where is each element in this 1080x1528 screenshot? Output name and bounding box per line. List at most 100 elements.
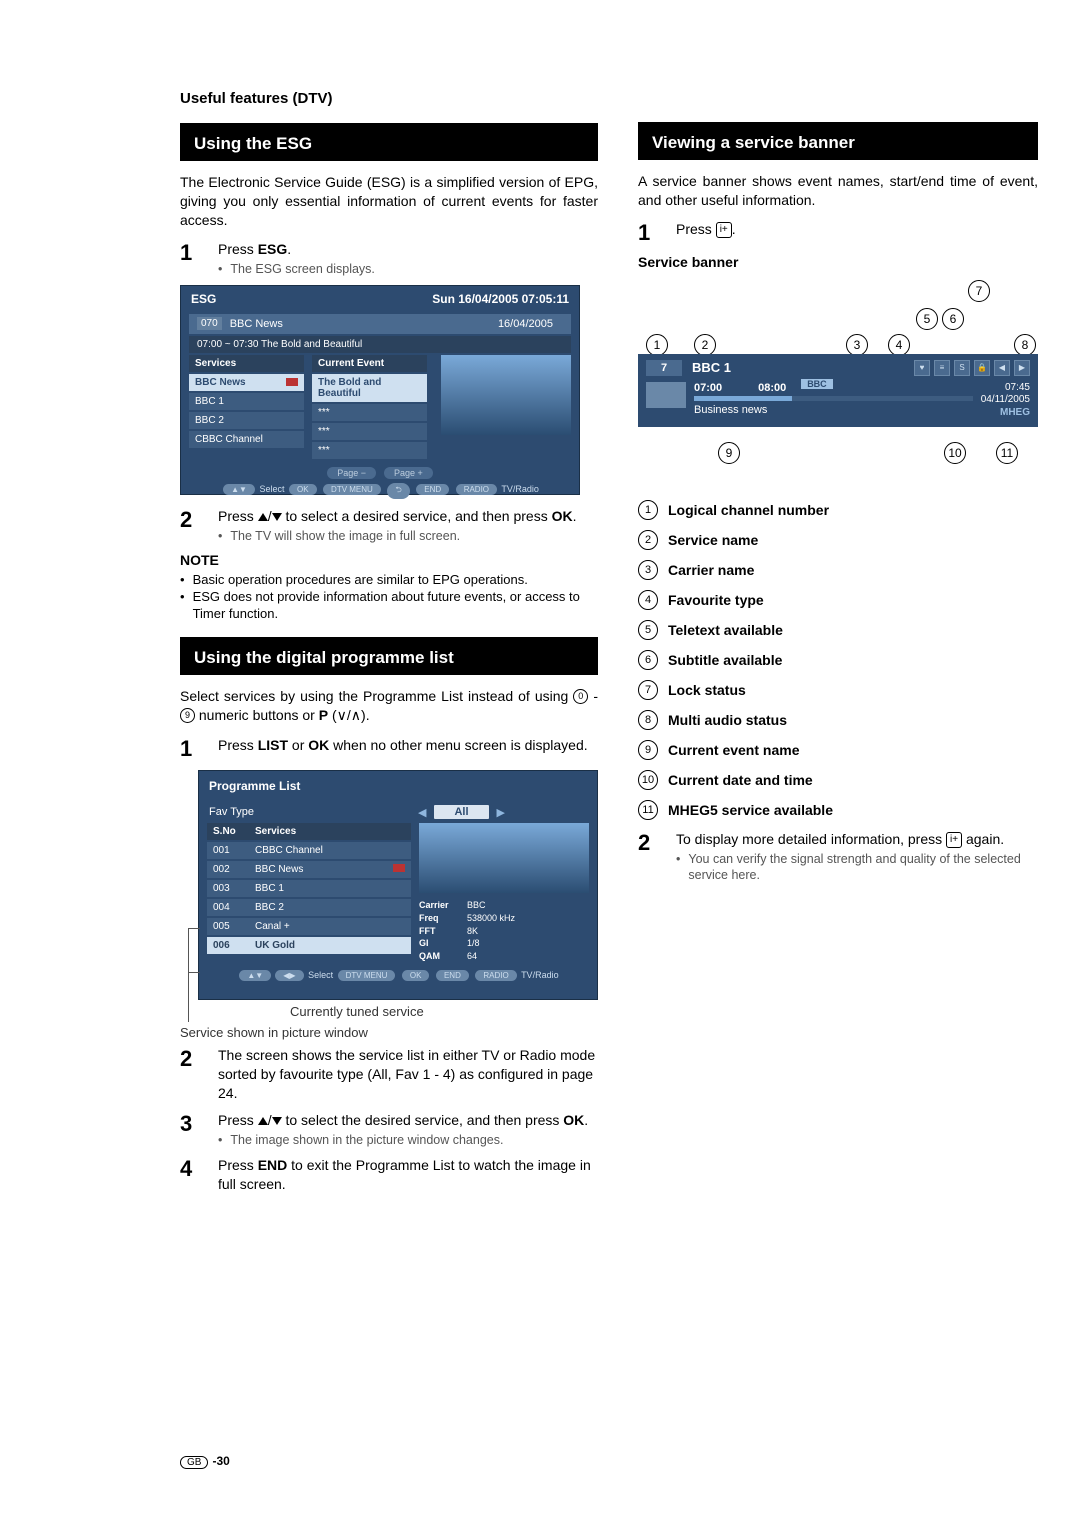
esg-row: BBC 1 — [189, 393, 304, 410]
callout-6-icon: 6 — [942, 308, 964, 330]
intro-p: P — [319, 707, 328, 723]
legend-num-icon: 11 — [638, 800, 658, 820]
cell: BBC 2 — [255, 902, 284, 913]
esg-row: BBC News — [189, 374, 304, 391]
note-line-1: Basic operation procedures are similar t… — [180, 572, 598, 589]
service-banner-mock: 7 BBC 1 ♥ ≡ S 🔒 ◀ ▶ 07:0008:00BBC — [638, 354, 1038, 428]
step-text: Press — [218, 737, 258, 753]
banner-date: 04/11/2005 — [981, 394, 1030, 407]
heading-service-banner: Viewing a service banner — [638, 122, 1038, 160]
banner-event: Business news — [694, 404, 973, 416]
esg-row: *** — [312, 423, 427, 440]
bullet-text: The ESG screen displays. — [230, 261, 375, 277]
fav-value: All — [434, 805, 488, 819]
step-text: . — [573, 508, 577, 524]
step-text: Press — [676, 221, 716, 237]
audio-left-icon: ◀ — [994, 360, 1010, 376]
esg-ch-num: 070 — [197, 317, 222, 330]
up-arrow-icon — [258, 513, 268, 521]
bullet-text: You can verify the signal strength and q… — [688, 851, 1038, 884]
page-plus: Page + — [384, 467, 433, 479]
plist-step-3: 3 Press / to select the desired service,… — [180, 1111, 598, 1148]
legend-label: Service name — [668, 532, 758, 548]
plist-col: Services — [255, 826, 296, 837]
left-arrow-icon: ◀ — [418, 806, 426, 819]
legend-item: 6Subtitle available — [638, 650, 1038, 670]
teletext-icon: ≡ — [934, 360, 950, 376]
intro-text: Select services by using the Programme L… — [180, 688, 573, 704]
red-marker-icon — [286, 378, 298, 386]
plist-step-1: 1 Press LIST or OK when no other menu sc… — [180, 736, 598, 762]
legend-label: Multi audio status — [668, 712, 787, 728]
callout-tuned: Currently tuned service — [290, 1004, 598, 1019]
plist-step-2: 2 The screen shows the service list in e… — [180, 1046, 598, 1103]
legend-label: MHEG5 service available — [668, 802, 833, 818]
subtitle-icon: S — [954, 360, 970, 376]
left-column: Useful features (DTV) Using the ESG The … — [180, 90, 598, 1202]
bar-label: END — [416, 484, 449, 495]
plist-meta: CarrierBBC Freq538000 kHz FFT8K GI1/8 QA… — [419, 899, 589, 962]
banner-mheg: MHEG — [981, 407, 1030, 420]
step-text: . — [732, 221, 736, 237]
legend-label: Teletext available — [668, 622, 783, 638]
esg-cell: *** — [318, 445, 330, 456]
esg-row: The Bold and Beautiful — [312, 374, 427, 402]
legend-item: 8 Multi audio status — [638, 710, 1038, 730]
connector-line-icon — [188, 928, 200, 978]
step-body: Press LIST or OK when no other menu scre… — [218, 736, 598, 762]
step-bold: OK — [308, 737, 329, 753]
banner-time: 07:45 — [981, 382, 1030, 395]
heading-programme-list: Using the digital programme list — [180, 637, 598, 675]
legend-label: Current event name — [668, 742, 799, 758]
esg-col-services: Services — [189, 355, 304, 372]
progress-bar — [694, 396, 973, 401]
step-bold: OK — [563, 1112, 584, 1128]
list-row-selected: 006UK Gold — [207, 937, 411, 954]
legend-item: 4Favourite type — [638, 590, 1038, 610]
gb-badge-icon: GB — [180, 1456, 208, 1469]
plist-table: S.NoServices 001CBBC Channel 002BBC News… — [207, 823, 411, 962]
step-text: when no other menu screen is displayed. — [329, 737, 587, 753]
step-body: Press ESG. The ESG screen displays. — [218, 240, 598, 277]
cell: 002 — [213, 864, 255, 875]
cell: 005 — [213, 921, 255, 932]
list-row: 004BBC 2 — [207, 899, 411, 916]
legend-num-icon: 1 — [638, 500, 658, 520]
cell: 006 — [213, 940, 255, 951]
legend-item: 5 Teletext available — [638, 620, 1038, 640]
step-text: again. — [962, 831, 1004, 847]
bullet-text: The TV will show the image in full scree… — [230, 528, 460, 544]
right-column: Viewing a service banner A service banne… — [638, 90, 1038, 1202]
esg-time-range: 07:00 ~ 07:30 The Bold and Beautiful — [189, 336, 571, 353]
esg-cell: BBC 2 — [195, 415, 224, 426]
down-arrow-icon — [272, 1117, 282, 1125]
banner-ch-name: BBC 1 — [692, 360, 731, 375]
legend-num-icon: 5 — [638, 620, 658, 640]
info-key-icon: i+ — [716, 222, 732, 238]
page-minus: Page − — [327, 467, 376, 479]
esg-cell: *** — [318, 407, 330, 418]
progress-fill — [694, 396, 792, 401]
info-key-icon: i+ — [946, 832, 962, 848]
note-text: ESG does not provide information about f… — [193, 589, 598, 623]
fav-icon: ♥ — [914, 360, 930, 376]
esg-intro-text: The Electronic Service Guide (ESG) is a … — [180, 173, 598, 230]
legend-num-icon: 8 — [638, 710, 658, 730]
step-number: 1 — [180, 240, 202, 277]
cell: 004 — [213, 902, 255, 913]
step-sub-bullet: The ESG screen displays. — [218, 261, 598, 277]
esg-cell: BBC News — [195, 377, 246, 388]
callout-legend: 1Logical channel number 2Service name 3C… — [638, 500, 1038, 820]
legend-item: 9Current event name — [638, 740, 1038, 760]
key-zero-icon: 0 — [573, 689, 588, 704]
bar-label: END — [436, 970, 469, 981]
legend-label: Favourite type — [668, 592, 764, 608]
fav-type-row: Fav Type◀All▶ — [199, 801, 597, 823]
step-number: 2 — [180, 507, 202, 544]
step-body: Press / to select a desired service, and… — [218, 507, 598, 544]
banner-step-2: 2 To display more detailed information, … — [638, 830, 1038, 883]
step-number: 1 — [180, 736, 202, 762]
esg-title: ESG — [191, 292, 216, 306]
esg-row: BBC 2 — [189, 412, 304, 429]
step-body: Press END to exit the Programme List to … — [218, 1156, 598, 1194]
